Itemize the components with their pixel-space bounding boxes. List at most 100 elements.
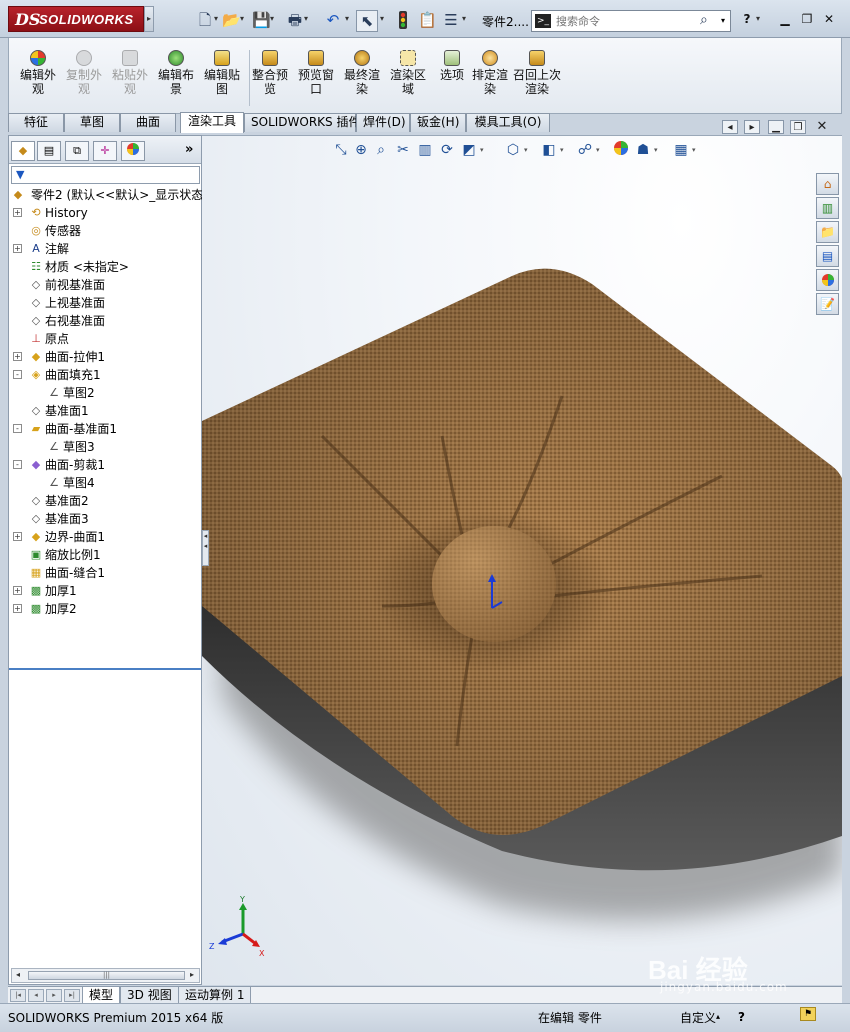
edit-appearance-button[interactable]: 编辑外观 [15,48,61,108]
collapse-icon[interactable]: - [13,460,22,469]
expand-icon[interactable]: + [13,352,22,361]
edit-scene-label: 编辑布景 [157,68,194,96]
sketch-icon: ∠ [49,440,59,453]
unit-dropdown-icon[interactable]: ▴ [716,1012,720,1021]
options-dropdown-icon[interactable]: ▾ [462,14,470,26]
prev-tab-icon[interactable]: ◂ [28,989,44,1002]
collapse-icon[interactable]: - [13,424,22,433]
preview-window-button[interactable]: 预览窗口 [293,48,339,108]
next-tab-icon[interactable]: ▸ [46,989,62,1002]
property-manager-tab-icon[interactable]: ▤ [37,141,61,161]
search-dropdown-icon[interactable]: ▾ [721,16,725,25]
save-dropdown-icon[interactable]: ▾ [270,14,278,26]
tab-render-tools[interactable]: 渲染工具 [180,112,244,133]
display-manager-tab-icon[interactable] [121,141,145,161]
render-region-button[interactable]: 渲染区域 [385,48,431,108]
copy-appearance-button[interactable]: 复制外观 [61,48,107,108]
feature-manager-tab-icon[interactable]: ◆ [11,141,35,161]
part-render-view[interactable] [202,136,842,985]
file-properties-icon[interactable]: 📋 [418,10,437,32]
edit-scene-button[interactable]: 编辑布景 [153,48,199,108]
integrated-preview-button[interactable]: 整合预览 [247,48,293,108]
search-commands[interactable]: >_ ⌕ ▾ [531,10,731,32]
tab-3d-views[interactable]: 3D 视图 [120,987,179,1004]
expand-icon[interactable]: + [13,586,22,595]
dimxpert-tab-icon[interactable]: ✛ [93,141,117,161]
help-icon[interactable]: ? [738,11,756,29]
open-folder-icon[interactable]: 📂 [222,10,241,32]
first-tab-icon[interactable]: |◂ [10,989,26,1002]
help-dropdown-icon[interactable]: ▾ [756,14,764,26]
search-input[interactable] [556,13,696,29]
tab-model[interactable]: 模型 [82,987,121,1004]
rebuild-traffic-light-icon[interactable] [396,10,410,32]
undo-dropdown-icon[interactable]: ▾ [345,14,353,26]
rebuild-status-icon[interactable]: ⚑ [800,1007,816,1021]
expand-icon[interactable]: + [13,208,22,217]
custom-properties-icon[interactable]: 📝 [816,293,839,315]
configuration-manager-tab-icon[interactable]: ⧉ [65,141,89,161]
knit-icon: ▦ [30,566,42,579]
horizontal-scrollbar[interactable]: ◂ ||| ▸ [11,968,200,983]
scroll-left-icon[interactable]: ◂ [16,970,20,979]
home-icon[interactable]: ⌂ [816,173,839,195]
open-dropdown-icon[interactable]: ▾ [240,14,248,26]
panel-splitter-handle[interactable]: ◂ ◂ [202,530,209,566]
file-explorer-icon[interactable]: 📁 [816,221,839,243]
expand-icon[interactable]: + [13,604,22,613]
tab-motion-study[interactable]: 运动算例 1 [178,987,252,1004]
tree-item-label: 草图4 [63,476,95,490]
new-document-icon[interactable]: 🗋 [197,10,213,32]
final-render-button[interactable]: 最终渲染 [339,48,385,108]
tab-solidworks-addins[interactable]: SOLIDWORKS 插件 [244,113,360,132]
tree-item-label: 草图2 [63,386,95,400]
tab-surfaces[interactable]: 曲面 [120,113,176,132]
doc-close-icon[interactable]: ✕ [814,120,830,134]
schedule-render-button[interactable]: 排定渲染 [467,48,513,108]
close-icon[interactable]: ✕ [820,11,838,29]
minimize-icon[interactable]: ▁ [776,11,794,29]
scroll-right-icon[interactable]: ▸ [190,970,194,979]
unit-system[interactable]: 自定义 [680,1009,716,1026]
print-icon[interactable]: 🖶 [286,10,304,32]
expand-icon[interactable]: + [13,244,22,253]
view-next-icon[interactable]: ▸ [744,120,760,134]
tab-weldments[interactable]: 焊件(D) [356,113,410,132]
print-dropdown-icon[interactable]: ▾ [304,14,312,26]
edit-decal-button[interactable]: 编辑贴图 [199,48,245,108]
rollback-bar[interactable] [9,668,201,670]
select-pointer-icon[interactable]: ⬉ [356,10,378,32]
tab-sketch[interactable]: 草图 [64,113,120,132]
menu-expand-icon[interactable]: ▸ [144,6,154,32]
restore-icon[interactable]: ❐ [798,11,816,29]
undo-icon[interactable]: ↶ [323,10,343,32]
solidworks-logo[interactable]: DS SOLIDWORKS [8,6,144,32]
new-dropdown-icon[interactable]: ▾ [214,14,222,26]
last-tab-icon[interactable]: ▸| [64,989,80,1002]
origin-icon: ⊥ [31,332,41,345]
view-prev-icon[interactable]: ◂ [722,120,738,134]
recall-last-render-button[interactable]: 召回上次渲染 [513,48,561,108]
doc-minimize-icon[interactable]: ▁ [768,120,784,134]
search-icon[interactable]: ⌕ [700,12,708,28]
paste-appearance-button[interactable]: 粘贴外观 [107,48,153,108]
view-palette-icon[interactable]: ▤ [816,245,839,267]
design-library-icon[interactable]: ▥ [816,197,839,219]
collapse-icon[interactable]: - [13,370,22,379]
tree-filter[interactable]: ▼ [11,166,200,184]
select-dropdown-icon[interactable]: ▾ [380,14,388,26]
tab-features[interactable]: 特征 [8,113,64,132]
history-icon: ⟲ [31,206,41,219]
options-list-icon[interactable]: ☰ [442,10,460,32]
appearances-scenes-icon[interactable] [816,269,839,291]
expand-icon[interactable]: + [13,532,22,541]
tab-sheet-metal[interactable]: 钣金(H) [410,113,466,132]
panel-more-icon[interactable]: » [185,142,193,157]
status-help-icon[interactable]: ? [738,1010,745,1024]
preview-window-icon [308,50,324,66]
doc-restore-icon[interactable]: ❐ [790,120,806,134]
scroll-thumb[interactable]: ||| [28,971,185,980]
graphics-area[interactable]: ⤡ ⊕ ⌕ ✂ ▥ ⟳ ◩ ▾ ⬡ ▾ ◧ ▾ ☍ ▾ ☗ ▾ ▦ ▾ Y Z … [202,135,842,985]
save-icon[interactable]: 💾 [252,10,271,32]
tab-mold-tools[interactable]: 模具工具(O) [466,113,550,132]
